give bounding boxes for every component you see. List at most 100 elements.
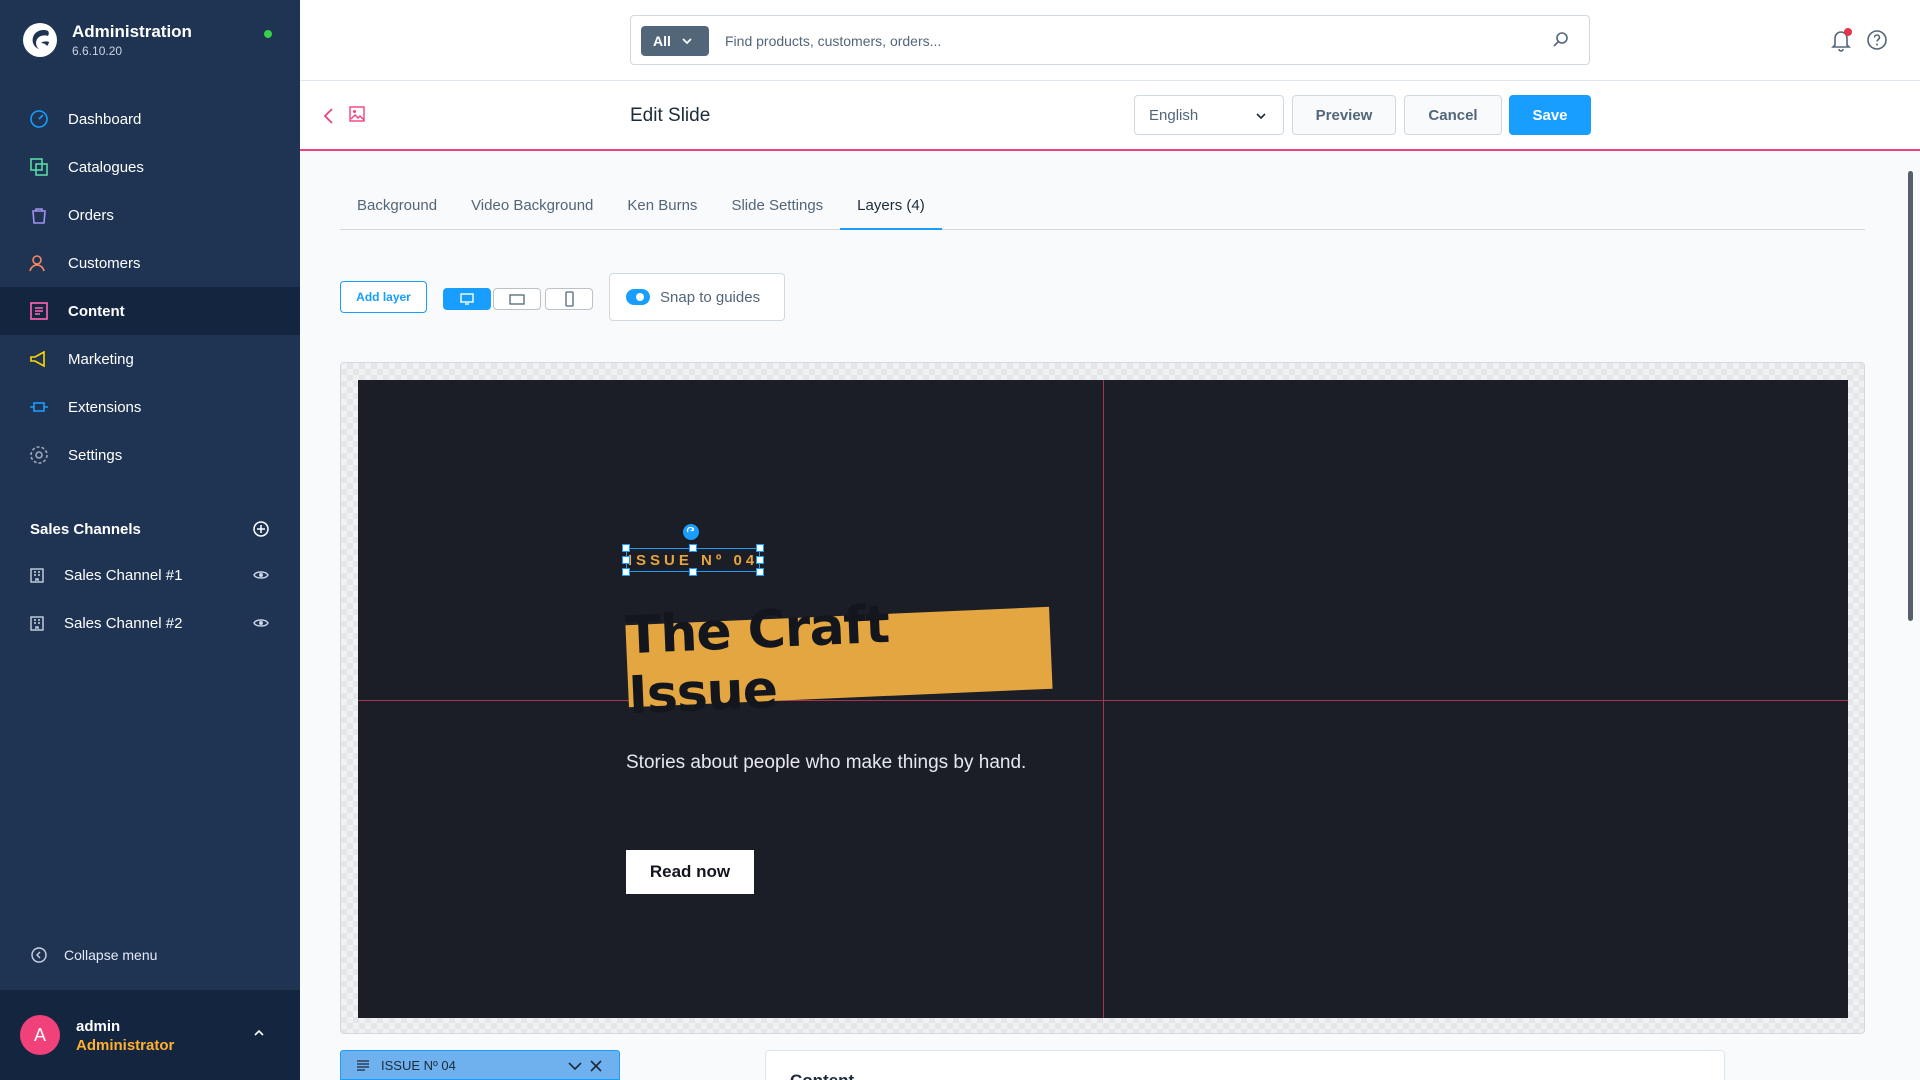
nav-item-dashboard[interactable]: Dashboard bbox=[0, 95, 300, 143]
slide-subtitle[interactable]: Stories about people who make things by … bbox=[626, 751, 1046, 774]
nav-item-content[interactable]: Content bbox=[0, 287, 300, 335]
layer-name: ISSUE Nº 04 bbox=[381, 1057, 456, 1073]
resize-handle[interactable] bbox=[756, 556, 764, 564]
catalogue-icon bbox=[30, 158, 48, 176]
content-icon bbox=[30, 302, 48, 320]
orders-icon bbox=[32, 208, 46, 224]
resize-handle[interactable] bbox=[622, 568, 630, 576]
preview-button[interactable]: Preview bbox=[1292, 95, 1396, 135]
resize-handle[interactable] bbox=[689, 568, 697, 576]
add-circle-icon[interactable] bbox=[252, 520, 270, 538]
nav-item-orders[interactable]: Orders bbox=[0, 191, 300, 239]
collapse-menu-button[interactable]: Collapse menu bbox=[30, 946, 157, 964]
shopware-logo-icon bbox=[23, 23, 57, 57]
tab-video-background[interactable]: Video Background bbox=[454, 196, 610, 230]
nav-label: Settings bbox=[68, 446, 123, 464]
mobile-view-button[interactable] bbox=[545, 288, 593, 310]
nav-label: Extensions bbox=[68, 398, 142, 416]
mobile-icon bbox=[565, 291, 574, 307]
slide-canvas[interactable]: ISSUE Nº 04 The Craft Issue Stories abou… bbox=[358, 380, 1848, 1018]
slide-title: The Craft Issue bbox=[624, 594, 891, 727]
sales-channel-item[interactable]: Sales Channel #1 bbox=[0, 551, 300, 599]
sales-channel-list: Sales Channel #1 Sales Channel #2 bbox=[0, 551, 300, 647]
snap-label: Snap to guides bbox=[660, 288, 761, 306]
top-bar: All bbox=[300, 0, 1920, 81]
eye-icon[interactable] bbox=[252, 614, 270, 632]
save-button[interactable]: Save bbox=[1509, 95, 1591, 135]
sales-channels-title: Sales Channels bbox=[30, 520, 141, 538]
settings-icon bbox=[30, 446, 48, 464]
dashboard-icon bbox=[30, 110, 48, 128]
chevron-down-icon[interactable] bbox=[567, 1059, 583, 1073]
nav-label: Customers bbox=[68, 254, 141, 272]
resize-handle[interactable] bbox=[622, 556, 630, 564]
nav-label: Content bbox=[68, 302, 125, 320]
main-content: Background Video Background Ken Burns Sl… bbox=[300, 151, 1920, 1080]
nav-label: Marketing bbox=[68, 350, 134, 368]
notification-badge bbox=[1844, 28, 1852, 36]
help-icon[interactable] bbox=[1866, 29, 1888, 51]
tab-ken-burns[interactable]: Ken Burns bbox=[610, 196, 714, 230]
read-now-button[interactable]: Read now bbox=[626, 850, 754, 894]
tab-slide-settings[interactable]: Slide Settings bbox=[714, 196, 840, 230]
user-role: Administrator bbox=[76, 1037, 175, 1054]
eye-icon[interactable] bbox=[252, 566, 270, 584]
nav-item-extensions[interactable]: Extensions bbox=[0, 383, 300, 431]
resize-handle[interactable] bbox=[756, 544, 764, 552]
layer-title-card[interactable]: The Craft Issue bbox=[625, 595, 1053, 726]
user-name: admin bbox=[76, 1018, 121, 1035]
add-layer-button[interactable]: Add layer bbox=[340, 281, 427, 313]
nav-label: Orders bbox=[68, 206, 114, 224]
status-dot bbox=[264, 30, 272, 38]
nav-item-marketing[interactable]: Marketing bbox=[0, 335, 300, 383]
vertical-guide bbox=[1103, 380, 1104, 1018]
sidebar: Administration 6.6.10.20 Dashboard Catal… bbox=[0, 0, 300, 1080]
snap-to-guides[interactable]: Snap to guides bbox=[609, 273, 785, 321]
brand[interactable]: Administration 6.6.10.20 bbox=[22, 22, 192, 58]
avatar: A bbox=[20, 1015, 60, 1055]
user-menu[interactable]: A admin Administrator bbox=[0, 990, 300, 1080]
language-value: English bbox=[1149, 106, 1199, 124]
resize-handle[interactable] bbox=[622, 544, 630, 552]
layer-list-item[interactable]: ISSUE Nº 04 bbox=[340, 1050, 620, 1080]
tab-layers[interactable]: Layers (4) bbox=[840, 196, 942, 230]
storefront-icon bbox=[30, 568, 44, 583]
snap-toggle[interactable] bbox=[626, 289, 650, 305]
sales-channel-item[interactable]: Sales Channel #2 bbox=[0, 599, 300, 647]
resize-handle[interactable] bbox=[756, 568, 764, 576]
nav-label: Catalogues bbox=[68, 158, 144, 176]
tab-bar: Background Video Background Ken Burns Sl… bbox=[340, 196, 1865, 230]
sales-channel-label: Sales Channel #1 bbox=[64, 566, 183, 584]
page-title: Edit Slide bbox=[630, 105, 711, 126]
desktop-view-button[interactable] bbox=[443, 288, 491, 310]
image-icon bbox=[349, 106, 365, 122]
marketing-icon bbox=[30, 350, 45, 368]
search-icon[interactable] bbox=[1551, 30, 1571, 50]
layer-tools bbox=[567, 1059, 603, 1073]
search-type-select[interactable]: All bbox=[641, 26, 709, 56]
smart-bar: Edit Slide English Preview Cancel Save bbox=[300, 81, 1920, 151]
nav-item-catalogues[interactable]: Catalogues bbox=[0, 143, 300, 191]
tablet-icon bbox=[509, 294, 525, 305]
rotate-handle-icon[interactable] bbox=[683, 524, 699, 540]
search-type-label: All bbox=[653, 33, 671, 49]
chevron-up-icon[interactable] bbox=[252, 1026, 266, 1040]
issue-text: ISSUE Nº 04 bbox=[627, 551, 759, 569]
back-arrow-icon[interactable] bbox=[322, 106, 336, 126]
tab-background[interactable]: Background bbox=[340, 196, 454, 230]
nav-item-settings[interactable]: Settings bbox=[0, 431, 300, 479]
nav-item-customers[interactable]: Customers bbox=[0, 239, 300, 287]
cancel-button[interactable]: Cancel bbox=[1404, 95, 1502, 135]
chevron-down-icon bbox=[682, 38, 692, 45]
chevron-down-icon bbox=[1256, 113, 1266, 120]
scrollbar-thumb[interactable] bbox=[1908, 171, 1913, 621]
close-icon[interactable] bbox=[589, 1059, 603, 1073]
tablet-view-button[interactable] bbox=[493, 288, 541, 310]
layer-issue-label[interactable]: ISSUE Nº 04 bbox=[622, 544, 764, 576]
text-layer-icon bbox=[357, 1060, 369, 1071]
sales-channels-heading: Sales Channels bbox=[30, 520, 270, 538]
search-input[interactable] bbox=[725, 28, 1525, 54]
resize-handle[interactable] bbox=[689, 544, 697, 552]
rotate-icon bbox=[686, 527, 695, 533]
language-select[interactable]: English bbox=[1134, 95, 1284, 135]
